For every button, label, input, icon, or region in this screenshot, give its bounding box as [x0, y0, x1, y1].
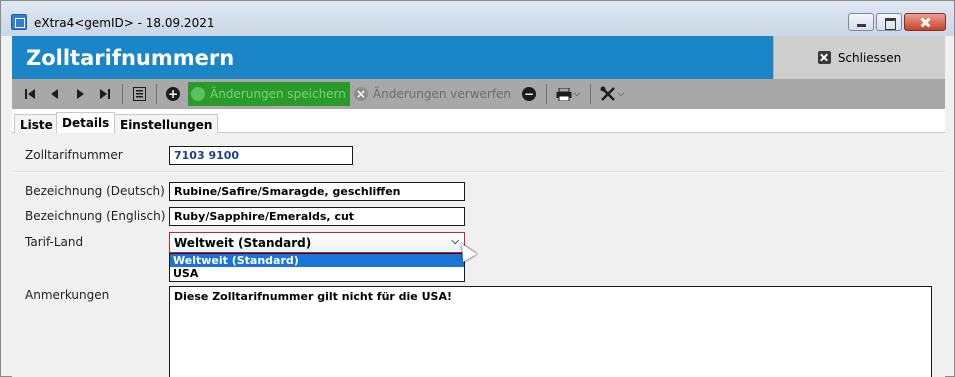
toolbar-separator — [156, 84, 157, 104]
toolbar-separator — [590, 84, 592, 104]
notes-label: Anmerkungen — [25, 288, 110, 302]
maximize-button[interactable] — [876, 13, 902, 31]
discard-icon[interactable]: × — [353, 87, 368, 101]
desc-en-field[interactable]: Ruby/Sapphire/Emeralds, cut — [169, 207, 465, 226]
list-view-icon[interactable] — [129, 83, 149, 105]
save-icon — [191, 87, 205, 101]
app-icon — [11, 14, 27, 30]
desc-de-field[interactable]: Rubine/Safire/Smaragde, geschliffen — [169, 182, 465, 201]
details-form: Zolltarifnummer 7103 9100 Bezeichnung (D… — [12, 133, 945, 377]
tab-liste[interactable]: Liste — [14, 114, 59, 134]
country-option-usa[interactable]: USA — [170, 267, 464, 280]
minimize-button[interactable] — [848, 13, 874, 31]
next-record-icon[interactable] — [70, 83, 90, 105]
notes-textarea[interactable]: Diese Zolltarifnummer gilt nicht für die… — [169, 286, 932, 377]
discard-changes-button[interactable]: Änderungen verwerfen — [373, 87, 511, 101]
close-icon — [817, 51, 831, 64]
tools-icon[interactable]: ⌵ — [597, 83, 627, 105]
desc-de-label: Bezeichnung (Deutsch) — [25, 184, 165, 198]
window-close-button[interactable] — [904, 13, 946, 31]
delete-record-icon[interactable]: − — [519, 83, 539, 105]
title-bar[interactable]: eXtra4<gemID> - 18.09.2021 — [1, 1, 954, 36]
tab-details[interactable]: Details — [56, 112, 116, 134]
window-title: eXtra4<gemID> - 18.09.2021 — [34, 16, 215, 30]
page-header: Zolltarifnummern Schliessen — [12, 36, 945, 79]
previous-record-icon[interactable] — [45, 83, 65, 105]
tariff-number-field[interactable]: 7103 9100 — [169, 146, 353, 165]
country-dropdown-list: Weltweit (Standard) USA — [169, 253, 465, 282]
close-button-label: Schliessen — [837, 50, 902, 65]
window-controls — [846, 13, 946, 31]
last-record-icon[interactable] — [95, 83, 115, 105]
close-button[interactable]: Schliessen — [773, 36, 945, 79]
toolbar-separator — [122, 84, 123, 104]
print-icon[interactable]: ⌵ — [553, 83, 583, 105]
save-changes-button[interactable]: Änderungen speichern — [188, 82, 350, 106]
country-select[interactable]: Weltweit (Standard) ⌵ — [169, 232, 465, 253]
country-select-value: Weltweit (Standard) — [174, 236, 312, 250]
app-window: eXtra4<gemID> - 18.09.2021 Zolltarifnumm… — [0, 0, 955, 377]
toolbar: + Änderungen speichern × Änderungen verw… — [12, 79, 945, 109]
toolbar-separator — [546, 84, 548, 104]
country-option-weltweit[interactable]: Weltweit (Standard) — [170, 254, 464, 267]
add-record-icon[interactable]: + — [163, 83, 183, 105]
section-divider — [12, 171, 945, 173]
first-record-icon[interactable] — [20, 83, 40, 105]
country-label: Tarif-Land — [25, 235, 84, 249]
tab-einstellungen[interactable]: Einstellungen — [114, 114, 219, 134]
tab-bar: Liste Details Einstellungen — [12, 109, 945, 134]
tariff-number-label: Zolltarifnummer — [25, 148, 123, 162]
chevron-down-icon: ⌵ — [617, 89, 625, 99]
page-title: Zolltarifnummern — [26, 46, 235, 70]
desc-en-label: Bezeichnung (Englisch) — [25, 209, 166, 223]
chevron-down-icon: ⌵ — [573, 89, 581, 99]
save-changes-label: Änderungen speichern — [210, 87, 346, 101]
